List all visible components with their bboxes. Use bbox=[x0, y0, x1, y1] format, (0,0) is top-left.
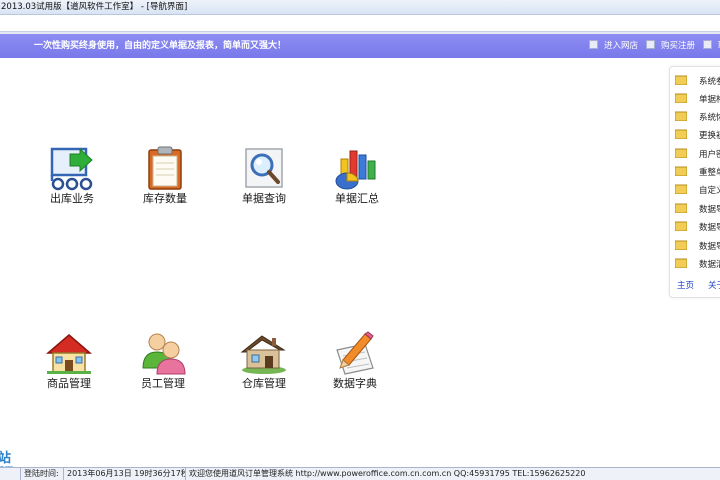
login-time-value: 2013年06月13日 19时36分17秒 bbox=[64, 468, 186, 480]
folder-icon bbox=[675, 240, 687, 250]
purchase-register-label: 购买注册 bbox=[661, 41, 696, 51]
outbound-truck-icon bbox=[50, 147, 93, 191]
side-item-label: 自定义 bbox=[699, 186, 720, 196]
function-panel: 系统参 单据格 系统恢 更换初 用户密 重整单 自定义 数据导 数据导 数据导 … bbox=[669, 66, 720, 298]
contact-link[interactable]: 联 bbox=[703, 40, 720, 52]
side-item-label: 用户密 bbox=[699, 150, 720, 160]
folder-icon bbox=[675, 203, 687, 213]
folder-icon bbox=[675, 166, 687, 176]
data-dictionary-button[interactable]: 数据字典 bbox=[319, 330, 391, 391]
side-item-label: 系统参 bbox=[699, 77, 720, 87]
folder-icon bbox=[675, 221, 687, 231]
chart-icon bbox=[335, 150, 376, 190]
side-item[interactable]: 自定义 bbox=[675, 184, 720, 198]
product-management-button[interactable]: 商品管理 bbox=[33, 330, 105, 391]
side-item[interactable]: 系统恢 bbox=[675, 111, 720, 125]
data-dictionary-label: 数据字典 bbox=[333, 377, 377, 390]
shop-icon bbox=[589, 40, 598, 49]
login-time-label: 登陆时间: bbox=[20, 468, 64, 480]
side-item[interactable]: 数据清 bbox=[675, 258, 720, 272]
employee-management-label: 员工管理 bbox=[141, 377, 185, 390]
users-icon bbox=[142, 333, 186, 375]
folder-icon bbox=[675, 75, 687, 85]
purchase-register-link[interactable]: 购买注册 bbox=[646, 40, 695, 52]
side-item-label: 数据导 bbox=[699, 223, 720, 233]
outbound-business-label: 出库业务 bbox=[50, 192, 94, 205]
side-item[interactable]: 单据格 bbox=[675, 93, 720, 107]
employee-management-button[interactable]: 员工管理 bbox=[127, 330, 199, 391]
warehouse-management-label: 仓库管理 bbox=[242, 377, 286, 390]
app-window: 2013.03试用版【道风软件工作室】 - [导航界面] 一次性购买终身使用，自… bbox=[0, 0, 720, 480]
document-summary-button[interactable]: 单据汇总 bbox=[321, 145, 393, 206]
welcome-message: 欢迎您使用道风订单管理系统 http://www.poweroffice.com… bbox=[189, 469, 586, 478]
side-item-label: 重整单 bbox=[699, 168, 720, 178]
stock-quantity-button[interactable]: 库存数量 bbox=[129, 145, 201, 206]
folder-icon bbox=[675, 184, 687, 194]
side-item[interactable]: 用户密 bbox=[675, 148, 720, 162]
house-icon bbox=[45, 334, 93, 374]
folder-icon bbox=[675, 258, 687, 268]
side-item[interactable]: 数据导 bbox=[675, 221, 720, 235]
warehouse-management-button[interactable]: 仓库管理 bbox=[228, 330, 300, 391]
side-item-label: 数据导 bbox=[699, 242, 720, 252]
register-icon bbox=[646, 40, 655, 49]
pencil-book-icon bbox=[336, 331, 374, 375]
home-link[interactable]: 主页 bbox=[677, 279, 694, 291]
magnifier-icon bbox=[245, 148, 283, 188]
slogan-text: 一次性购买终身使用，自由的定义单据及报表，简单而又强大！ bbox=[34, 41, 287, 51]
window-title: 2013.03试用版【道风软件工作室】 - [导航界面] bbox=[0, 0, 720, 15]
folder-icon bbox=[675, 148, 687, 158]
product-management-label: 商品管理 bbox=[47, 377, 91, 390]
document-query-button[interactable]: 单据查询 bbox=[228, 145, 300, 206]
contact-icon bbox=[703, 40, 712, 49]
side-item-label: 系统恢 bbox=[699, 113, 720, 123]
side-item[interactable]: 重整单 bbox=[675, 166, 720, 180]
stock-quantity-label: 库存数量 bbox=[143, 192, 187, 205]
folder-icon bbox=[675, 111, 687, 121]
side-item[interactable]: 数据导 bbox=[675, 240, 720, 254]
enter-shop-link[interactable]: 进入网店 bbox=[589, 40, 638, 52]
status-bar: 登陆时间: 2013年06月13日 19时36分17秒 欢迎您使用道风订单管理系… bbox=[0, 467, 720, 480]
clipboard-icon bbox=[148, 146, 182, 190]
folder-icon bbox=[675, 129, 687, 139]
toolbar-area bbox=[0, 15, 720, 31]
side-item-label: 数据导 bbox=[699, 205, 720, 215]
enter-shop-label: 进入网店 bbox=[604, 41, 639, 51]
side-item-label: 数据清 bbox=[699, 260, 720, 270]
side-item[interactable]: 数据导 bbox=[675, 203, 720, 217]
side-item[interactable]: 更换初 bbox=[675, 129, 720, 143]
document-summary-label: 单据汇总 bbox=[335, 192, 379, 205]
warehouse-icon bbox=[240, 335, 286, 374]
outbound-business-button[interactable]: 出库业务 bbox=[36, 145, 108, 206]
folder-icon bbox=[675, 93, 687, 103]
side-item[interactable]: 系统参 bbox=[675, 75, 720, 89]
document-query-label: 单据查询 bbox=[242, 192, 286, 205]
slogan-bar: 一次性购买终身使用，自由的定义单据及报表，简单而又强大！ 进入网店 购买注册 联 bbox=[0, 34, 720, 58]
about-link[interactable]: 关于 bbox=[708, 279, 720, 291]
side-item-label: 更换初 bbox=[699, 131, 720, 141]
side-item-label: 单据格 bbox=[699, 95, 720, 105]
